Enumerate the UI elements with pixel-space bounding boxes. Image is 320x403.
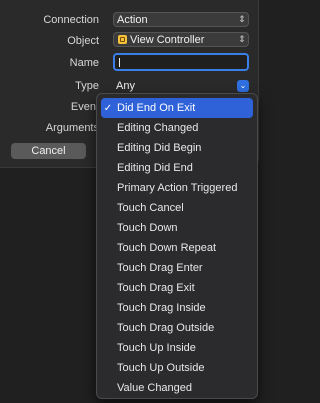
event-menu-item[interactable]: Touch Up Outside <box>101 358 253 378</box>
checkmark-icon: ✓ <box>103 102 113 114</box>
object-value: View Controller <box>130 33 205 46</box>
type-label: Type <box>75 80 99 92</box>
event-menu-item[interactable]: Primary Action Triggered <box>101 178 253 198</box>
chevron-down-icon: ⌄ <box>237 79 249 92</box>
connection-select[interactable]: Action ⇕ <box>113 12 249 27</box>
event-menu-item[interactable]: Touch Drag Enter <box>101 258 253 278</box>
event-menu-item[interactable]: Touch Up Inside <box>101 338 253 358</box>
event-menu-item-label: Touch Up Outside <box>117 362 205 374</box>
event-label: Event <box>70 101 99 113</box>
event-menu-item[interactable]: Touch Drag Inside <box>101 298 253 318</box>
event-menu-item[interactable]: Touch Down Repeat <box>101 238 253 258</box>
name-input[interactable] <box>113 53 249 71</box>
event-menu-item-label: Touch Drag Exit <box>117 282 195 294</box>
view-controller-icon <box>118 35 127 44</box>
event-menu-item-label: Value Changed <box>117 382 193 394</box>
event-menu-item-label: Touch Drag Inside <box>117 302 206 314</box>
event-menu-item-label: Editing Changed <box>117 122 199 134</box>
up-down-chevron-icon: ⇕ <box>238 34 246 44</box>
object-label: Object <box>67 35 99 47</box>
event-menu-item-label: Touch Down <box>117 222 178 234</box>
type-select[interactable]: Any ⌄ <box>113 78 249 93</box>
text-caret <box>119 58 120 67</box>
event-menu-item[interactable]: Touch Drag Outside <box>101 318 253 338</box>
event-menu-item-label: Touch Drag Outside <box>117 322 215 334</box>
event-dropdown-menu: ✓ Did End On Exit Editing Changed Editing D… <box>96 93 258 399</box>
connection-label: Connection <box>43 14 99 26</box>
event-menu-item-label: Primary Action Triggered <box>117 182 238 194</box>
event-menu-item[interactable]: Editing Did End <box>101 158 253 178</box>
event-menu-item-label: Editing Did End <box>117 162 193 174</box>
arguments-label: Arguments <box>45 122 99 134</box>
event-menu-item-label: Touch Down Repeat <box>117 242 217 254</box>
event-menu-item[interactable]: Editing Changed <box>101 118 253 138</box>
cancel-button[interactable]: Cancel <box>11 143 86 159</box>
event-menu-item-label: Did End On Exit <box>117 102 196 114</box>
event-menu-item[interactable]: Value Changed <box>101 378 253 398</box>
event-menu-item[interactable]: Touch Cancel <box>101 198 253 218</box>
event-menu-item-label: Editing Did Begin <box>117 142 202 154</box>
up-down-chevron-icon: ⇕ <box>238 14 246 24</box>
name-label: Name <box>69 57 99 69</box>
event-menu-item-label: Touch Drag Enter <box>117 262 203 274</box>
event-menu-item[interactable]: Editing Did Begin <box>101 138 253 158</box>
event-menu-item-label: Touch Up Inside <box>117 342 196 354</box>
connection-value: Action <box>117 13 148 26</box>
type-value: Any <box>116 79 135 92</box>
event-menu-item-label: Touch Cancel <box>117 202 184 214</box>
event-menu-item[interactable]: ✓ Did End On Exit <box>101 98 253 118</box>
event-menu-item[interactable]: Touch Down <box>101 218 253 238</box>
event-menu-item[interactable]: Touch Drag Exit <box>101 278 253 298</box>
object-select[interactable]: View Controller ⇕ <box>113 32 249 47</box>
